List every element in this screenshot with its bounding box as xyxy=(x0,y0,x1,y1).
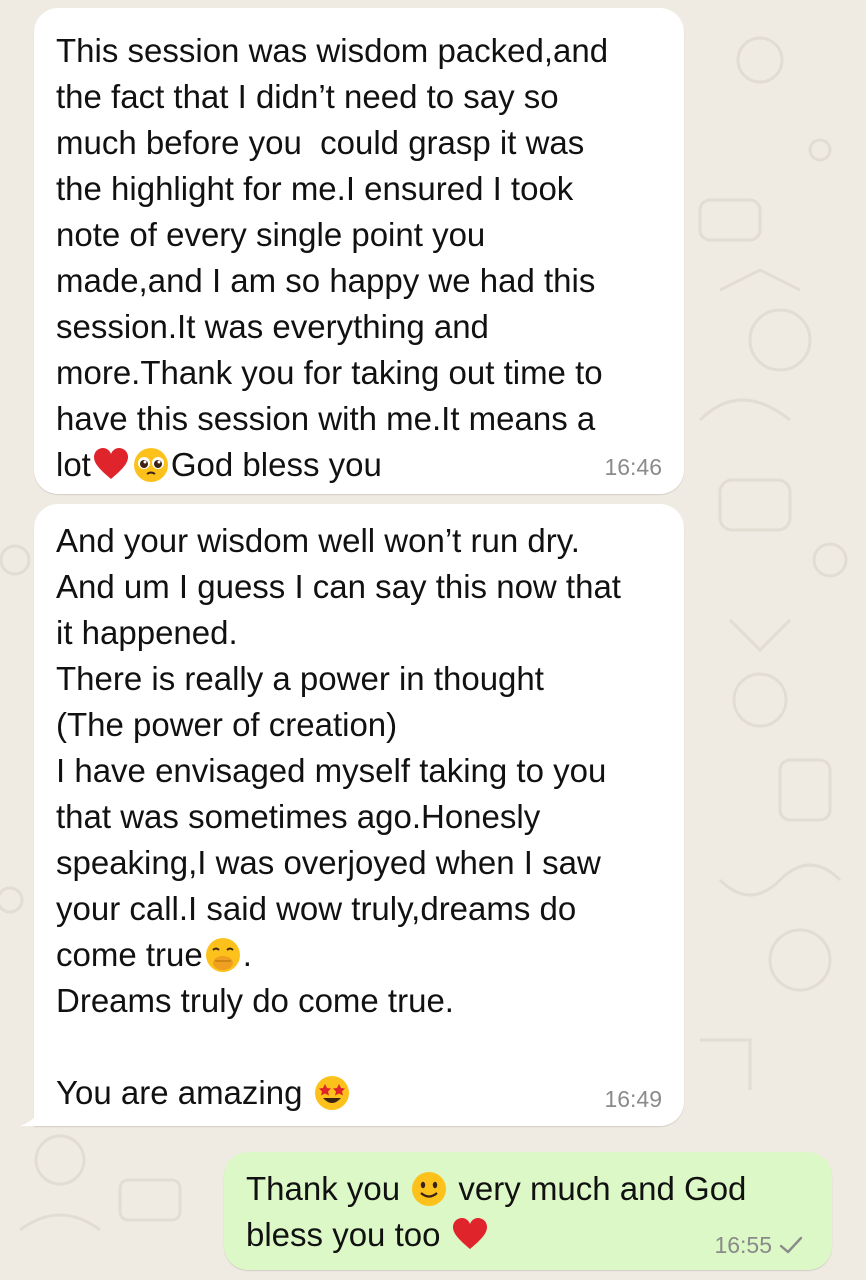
bubble-tail xyxy=(20,1098,48,1126)
message-timestamp: 16:46 xyxy=(604,454,662,480)
red-heart-emoji-icon xyxy=(93,448,128,479)
message-timestamp: 16:49 xyxy=(604,1086,662,1112)
message-bubble-outgoing[interactable]: Thank you very much and God bless you to… xyxy=(224,1152,832,1270)
message-meta: 16:55 xyxy=(714,1232,804,1258)
face-with-hand-over-mouth-emoji-icon xyxy=(205,938,240,972)
pleading-face-emoji-icon xyxy=(133,448,168,482)
red-heart-emoji-icon xyxy=(452,1218,487,1249)
message-timestamp: 16:55 xyxy=(714,1232,772,1258)
slightly-smiling-face-emoji-icon xyxy=(412,1172,447,1206)
star-struck-emoji-icon xyxy=(314,1076,349,1110)
message-bubble-incoming[interactable]: This session was wisdom packed,and the f… xyxy=(34,8,684,494)
message-bubble-incoming[interactable]: And your wisdom well won’t run dry. And … xyxy=(20,504,684,1126)
message-text: This session was wisdom packed,and the f… xyxy=(56,32,609,483)
single-check-icon xyxy=(779,1236,803,1254)
message-text: And your wisdom well won’t run dry. And … xyxy=(56,522,621,1111)
